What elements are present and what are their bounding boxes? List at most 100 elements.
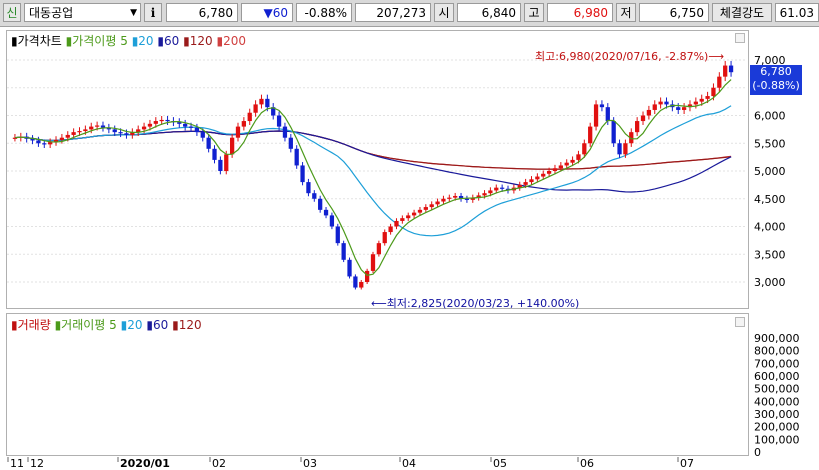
price-candle — [48, 142, 53, 145]
volume-legend: ▮거래량 ▮거래이평 5 ▮20 ▮60 ▮120 — [11, 316, 202, 333]
price-tick-label: 3,000 — [754, 276, 786, 289]
price-candle — [635, 121, 640, 133]
price-candle — [417, 209, 423, 213]
volume-ma-label: 거래이평 — [61, 318, 106, 332]
x-axis-label: 07 — [680, 457, 694, 470]
price-candle — [394, 220, 399, 227]
price-candle — [335, 226, 340, 244]
price-candle — [441, 198, 446, 202]
volume-tick-label: 400,000 — [754, 395, 800, 408]
price-candle — [623, 143, 628, 155]
price-candle — [83, 129, 88, 132]
price-tick-label: 4,500 — [754, 193, 786, 206]
price-candle — [329, 215, 335, 227]
vma120-legend[interactable]: 120 — [179, 318, 202, 332]
price-candle — [500, 187, 505, 189]
price-candle — [212, 148, 217, 160]
price-candle — [300, 165, 305, 183]
price-candle — [570, 159, 575, 163]
price-candle — [265, 98, 270, 108]
price-candle — [124, 133, 129, 135]
price-candle — [206, 137, 211, 149]
price-candle — [118, 132, 123, 134]
price-candle — [576, 154, 581, 160]
price-candle — [294, 148, 299, 166]
volume-tick-label: 500,000 — [754, 383, 800, 396]
price-candle — [341, 243, 346, 260]
x-axis-label: 04 — [402, 457, 416, 470]
volume-tick-label: 600,000 — [754, 370, 800, 383]
price-candle — [464, 198, 470, 200]
volume-tick-label: 800,000 — [754, 345, 800, 358]
high-annotation-text: 최고:6,980(2020/07/16, -2.87%) — [535, 50, 709, 63]
price-candle — [364, 270, 370, 282]
price-candle — [36, 140, 41, 144]
volume-chart-pane[interactable] — [6, 313, 749, 456]
price-candle — [229, 137, 235, 155]
x-axis-label: 11 — [10, 457, 24, 470]
price-candle — [681, 107, 687, 110]
price-candle — [664, 101, 669, 105]
x-axis-label: 05 — [493, 457, 507, 470]
price-candle — [453, 195, 458, 198]
price-candle — [728, 65, 734, 73]
price-candle — [611, 121, 616, 144]
x-axis-label: 2020/01 — [120, 457, 170, 470]
legend-marker-icon: ▮ — [172, 318, 179, 332]
price-tick-label: 5,000 — [754, 165, 786, 178]
price-candle — [423, 207, 428, 210]
price-candle — [200, 132, 205, 138]
price-candle — [59, 137, 65, 140]
price-candle — [183, 123, 188, 127]
pane-maximize-icon[interactable] — [735, 317, 745, 327]
price-candle — [65, 134, 70, 138]
price-candle — [388, 226, 393, 233]
price-candle — [376, 243, 382, 255]
price-candle — [482, 193, 487, 196]
price-candle — [235, 126, 241, 138]
vma20-legend[interactable]: 20 — [127, 318, 142, 332]
price-candle — [564, 162, 569, 166]
price-candle — [529, 179, 534, 183]
price-tick-label: 4,000 — [754, 221, 786, 234]
price-candle — [605, 107, 610, 122]
price-candle — [705, 96, 710, 99]
price-candle — [552, 168, 558, 171]
price-candle — [312, 193, 317, 199]
price-candle — [435, 201, 440, 205]
low-annotation: ⟵최저:2,825(2020/03/23, +140.00%) — [371, 295, 579, 311]
current-pct-label: (-0.88%) — [752, 79, 800, 92]
price-candle — [658, 101, 663, 105]
price-candle — [318, 198, 323, 210]
current-price-label: 6,780 — [760, 65, 792, 78]
price-candle — [406, 215, 411, 219]
x-axis-label: 03 — [303, 457, 317, 470]
vma5-legend[interactable]: 5 — [109, 318, 117, 332]
price-candle — [429, 204, 434, 208]
price-candle — [89, 126, 94, 130]
right-arrow-icon: ⟶ — [708, 50, 725, 63]
price-candle — [247, 112, 252, 122]
price-candle — [494, 187, 499, 191]
price-candle — [77, 131, 82, 133]
price-candle — [323, 209, 329, 216]
price-candle — [194, 127, 200, 133]
price-candle — [382, 232, 387, 244]
price-candle — [153, 121, 158, 124]
price-candle — [241, 121, 246, 127]
left-arrow-icon: ⟵ — [371, 297, 387, 310]
price-candle — [676, 107, 681, 110]
price-candle — [112, 129, 117, 133]
price-candle — [411, 212, 417, 216]
price-candle — [188, 126, 194, 128]
price-candle — [447, 197, 452, 199]
volume-tick-label: 300,000 — [754, 408, 800, 421]
volume-tick-label: 900,000 — [754, 332, 800, 345]
price-candle — [617, 143, 622, 155]
price-candle — [541, 173, 546, 177]
vma60-legend[interactable]: 60 — [153, 318, 168, 332]
volume-tick-label: 100,000 — [754, 433, 800, 446]
price-candle — [723, 65, 728, 77]
price-candle — [652, 104, 657, 110]
price-candle — [400, 218, 405, 221]
